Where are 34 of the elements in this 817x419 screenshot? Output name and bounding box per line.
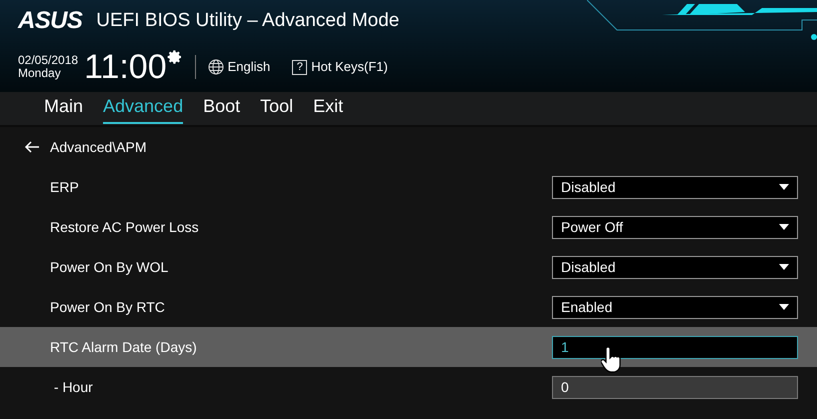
- setting-label: Power On By WOL: [50, 258, 168, 277]
- globe-icon: [208, 59, 224, 75]
- day-text: Monday: [18, 67, 62, 80]
- tab[interactable]: Boot: [203, 93, 240, 124]
- setting-label: Power On By RTC: [50, 298, 165, 317]
- hand-cursor-icon: [601, 347, 623, 373]
- settings-icon[interactable]: [166, 49, 183, 65]
- breadcrumb: Advanced\APM: [50, 138, 146, 156]
- caret-icon: [779, 184, 789, 190]
- setting-label: Restore AC Power Loss: [50, 218, 199, 236]
- dropdown[interactable]: Power Off: [552, 216, 798, 238]
- caret-icon: [779, 304, 789, 310]
- window-title: UEFI BIOS Utility – Advanced Mode: [96, 8, 400, 33]
- hotkeys-button[interactable]: ? Hot Keys(F1): [292, 57, 388, 77]
- input-field[interactable]: 0: [552, 376, 798, 398]
- language-button[interactable]: English: [208, 57, 270, 77]
- clock-time: 11:00: [84, 46, 167, 88]
- tab[interactable]: Tool: [260, 93, 294, 124]
- selected-row[interactable]: RTC Alarm Date (Days) 1: [0, 327, 817, 367]
- logo: ASUS: [18, 6, 82, 36]
- setting-label: - Hour: [52, 378, 93, 396]
- dropdown[interactable]: Enabled: [552, 296, 798, 318]
- setting-label: RTC Alarm Date (Days): [50, 338, 197, 357]
- tab[interactable]: Main: [44, 93, 84, 124]
- dropdown[interactable]: Disabled: [552, 176, 798, 198]
- input-field[interactable]: 1: [552, 336, 798, 358]
- caret-icon: [779, 264, 789, 270]
- date-text: 02/05/2018: [18, 54, 78, 67]
- dropdown[interactable]: Disabled: [552, 256, 798, 278]
- tab[interactable]: Exit: [313, 93, 344, 124]
- setting-label: ERP: [50, 178, 79, 196]
- back-arrow-icon[interactable]: [24, 141, 40, 153]
- caret-icon: [779, 224, 789, 230]
- tab[interactable]: Advanced: [103, 93, 184, 124]
